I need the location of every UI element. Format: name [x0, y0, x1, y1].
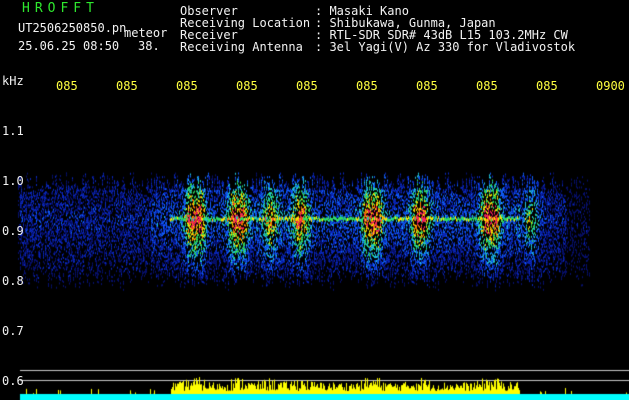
spectrogram: [0, 92, 629, 400]
time-tick-label: 085: [476, 79, 498, 93]
time-tick-label: 085: [116, 79, 138, 93]
app-title: HROFFT: [22, 1, 99, 16]
frequency-unit: kHz: [2, 74, 24, 88]
file-name: UT2506250850.pn: [18, 21, 127, 35]
frequency-tick-label: 0.7: [2, 324, 24, 338]
frequency-tick-label: 1.1: [2, 124, 24, 138]
time-tick-label: 085: [236, 79, 258, 93]
time-tick-label: 0900: [596, 79, 625, 93]
mode-label: meteor: [124, 26, 168, 40]
time-tick-label: 085: [416, 79, 438, 93]
antenna-value: : 3el Yagi(V) Az 330 for Vladivostok: [315, 40, 576, 54]
frequency-tick-label: 1.0: [2, 174, 24, 188]
date-time: 25.06.25 08:50: [18, 39, 120, 53]
time-tick-label: 085: [176, 79, 198, 93]
time-tick-label: 085: [536, 79, 558, 93]
meteor-count: 38.: [138, 39, 160, 53]
frequency-tick-label: 0.9: [2, 224, 24, 238]
time-tick-label: 085: [356, 79, 378, 93]
antenna-label: Receiving Antenna: [180, 40, 303, 54]
frequency-tick-label: 0.8: [2, 274, 24, 288]
time-tick-label: 085: [56, 79, 78, 93]
time-tick-label: 085: [296, 79, 318, 93]
frequency-tick-label: 0.6: [2, 374, 24, 388]
